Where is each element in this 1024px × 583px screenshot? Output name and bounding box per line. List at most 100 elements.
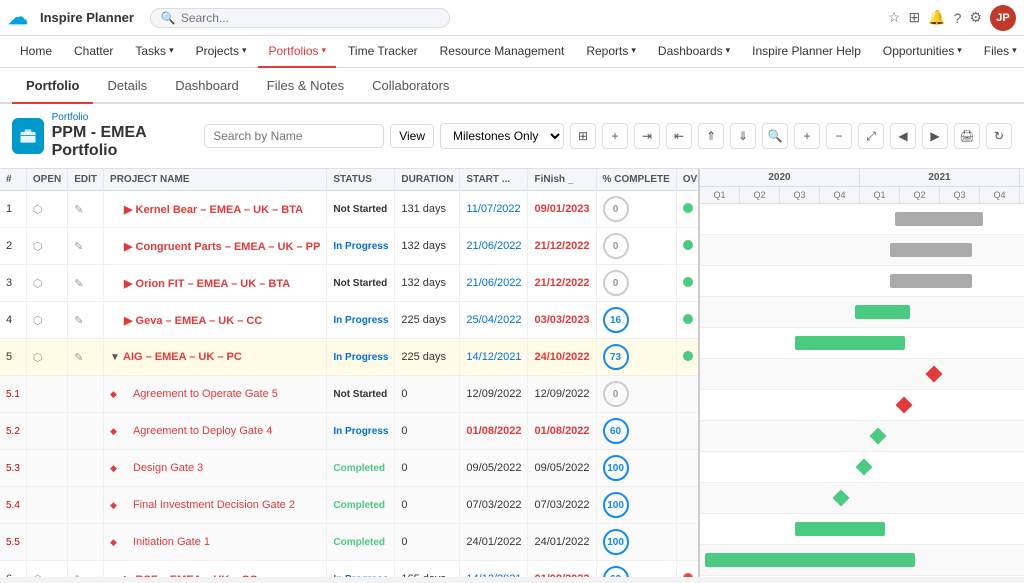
gear-icon[interactable]: ⚙ [969, 9, 982, 26]
refresh-btn[interactable]: ↻ [986, 123, 1012, 149]
tab-details[interactable]: Details [93, 68, 161, 104]
row-edit[interactable] [68, 524, 104, 561]
open-icon[interactable]: ⬡ [33, 315, 43, 327]
open-icon[interactable]: ⬡ [33, 204, 43, 216]
row-open[interactable] [26, 376, 67, 413]
row-open[interactable]: ⬡ [26, 228, 67, 265]
gantt-row: Final Investment Decision Gate 2 [700, 452, 1024, 483]
sub-bullet: ◆ [110, 537, 117, 547]
menu-chatter[interactable]: Chatter [64, 36, 123, 68]
start-date: 09/05/2022 [466, 462, 521, 474]
status-badge: In Progress [333, 574, 388, 577]
row-edit[interactable]: ✎ [68, 302, 104, 339]
indent-btn[interactable]: ⇥ [634, 123, 660, 149]
row-edit[interactable]: ✎ [68, 191, 104, 228]
menu-resource-management[interactable]: Resource Management [430, 36, 575, 68]
view-button[interactable]: View [390, 124, 434, 148]
global-search-bar[interactable]: 🔍 [150, 8, 450, 28]
row-edit[interactable] [68, 450, 104, 487]
open-icon[interactable]: ⬡ [33, 278, 43, 290]
row-duration: 0 [395, 450, 460, 487]
menu-opportunities[interactable]: Opportunities ▾ [873, 36, 972, 68]
menu-home[interactable]: Home [10, 36, 62, 68]
menu-tasks[interactable]: Tasks ▾ [125, 36, 183, 68]
gantt-chart: 2020 2021 2022 Q1 Q2 Q3 Q4 Q1 Q2 Q3 Q4 Q… [700, 169, 1024, 577]
row-edit[interactable] [68, 487, 104, 524]
opportunities-caret: ▾ [957, 45, 962, 56]
search-input[interactable] [181, 11, 439, 25]
row-edit[interactable]: ✎ [68, 561, 104, 578]
overall-indicator [683, 351, 693, 361]
edit-icon[interactable]: ✎ [74, 204, 83, 216]
bell-icon[interactable]: 🔔 [928, 9, 945, 26]
user-avatar[interactable]: JP [990, 5, 1016, 31]
row-edit[interactable]: ✎ [68, 228, 104, 265]
edit-icon[interactable]: ✎ [74, 241, 83, 253]
grid-view-btn[interactable]: ⊞ [570, 123, 596, 149]
row-open[interactable]: ⬡ [26, 265, 67, 302]
zoom-out-btn[interactable]: − [826, 123, 852, 149]
outdent-btn[interactable]: ⇤ [666, 123, 692, 149]
col-pct-complete: % COMPLETE [596, 169, 676, 191]
row-overall [676, 302, 700, 339]
salesforce-logo[interactable]: ☁ [8, 5, 28, 30]
menu-reports[interactable]: Reports ▾ [576, 36, 646, 68]
expand-btn[interactable]: ⇓ [730, 123, 756, 149]
row-status: In Progress [327, 302, 395, 339]
view-select[interactable]: Milestones Only All Tasks [440, 123, 564, 149]
row-open[interactable]: ⬡ [26, 302, 67, 339]
pct-circle: 0 [603, 381, 629, 407]
row-overall [676, 450, 700, 487]
menu-files[interactable]: Files ▾ [974, 36, 1024, 68]
row-edit[interactable] [68, 376, 104, 413]
search-gantt-btn[interactable]: 🔍 [762, 123, 788, 149]
tab-dashboard[interactable]: Dashboard [161, 68, 253, 104]
row-open[interactable] [26, 450, 67, 487]
gantt-row: Agreement to Operate Gate 5 [700, 359, 1024, 390]
tab-collaborators[interactable]: Collaborators [358, 68, 463, 104]
expand-rows-btn[interactable]: ⤢ [858, 123, 884, 149]
row-edit[interactable]: ✎ [68, 339, 104, 376]
menu-inspire-planner-help[interactable]: Inspire Planner Help [742, 36, 871, 68]
collapse-btn[interactable]: ⇑ [698, 123, 724, 149]
add-btn[interactable]: + [602, 123, 628, 149]
row-edit[interactable]: ✎ [68, 265, 104, 302]
row-num: 6 [0, 561, 26, 578]
menu-time-tracker[interactable]: Time Tracker [338, 36, 428, 68]
row-open[interactable] [26, 487, 67, 524]
col-duration: DURATION [395, 169, 460, 191]
help-icon[interactable]: ? [954, 10, 962, 26]
print-btn[interactable]: 🖨 [954, 123, 980, 149]
breadcrumb[interactable]: Portfolio [52, 112, 197, 123]
status-badge: In Progress [333, 426, 388, 437]
grid-icon[interactable]: ⊞ [908, 9, 920, 26]
next-btn[interactable]: ▶ [922, 123, 948, 149]
prev-btn[interactable]: ◀ [890, 123, 916, 149]
menu-dashboards[interactable]: Dashboards ▾ [648, 36, 740, 68]
row-open[interactable]: ⬡ [26, 191, 67, 228]
expand-toggle[interactable]: ▼ [110, 352, 120, 363]
row-num: 3 [0, 265, 26, 302]
gantt-row: Initiation Gate 1 [700, 483, 1024, 514]
edit-icon[interactable]: ✎ [74, 278, 83, 290]
search-by-name-input[interactable] [204, 124, 384, 148]
menu-portfolios[interactable]: Portfolios ▾ [258, 36, 336, 68]
zoom-in-btn[interactable]: + [794, 123, 820, 149]
row-open[interactable] [26, 524, 67, 561]
row-open[interactable]: ⬡ [26, 561, 67, 578]
open-icon[interactable]: ⬡ [33, 574, 43, 578]
edit-icon[interactable]: ✎ [74, 574, 83, 578]
tab-files-notes[interactable]: Files & Notes [253, 68, 358, 104]
open-icon[interactable]: ⬡ [33, 352, 43, 364]
row-edit[interactable] [68, 413, 104, 450]
edit-icon[interactable]: ✎ [74, 315, 83, 327]
open-icon[interactable]: ⬡ [33, 241, 43, 253]
row-open[interactable]: ⬡ [26, 339, 67, 376]
table-row: 5⬡✎▼ AIG – EMEA – UK – PCIn Progress225 … [0, 339, 700, 376]
tab-portfolio[interactable]: Portfolio [12, 68, 93, 104]
row-open[interactable] [26, 413, 67, 450]
year-2021: 2021 [860, 169, 1020, 186]
star-icon[interactable]: ☆ [888, 9, 901, 26]
menu-projects[interactable]: Projects ▾ [186, 36, 257, 68]
edit-icon[interactable]: ✎ [74, 352, 83, 364]
